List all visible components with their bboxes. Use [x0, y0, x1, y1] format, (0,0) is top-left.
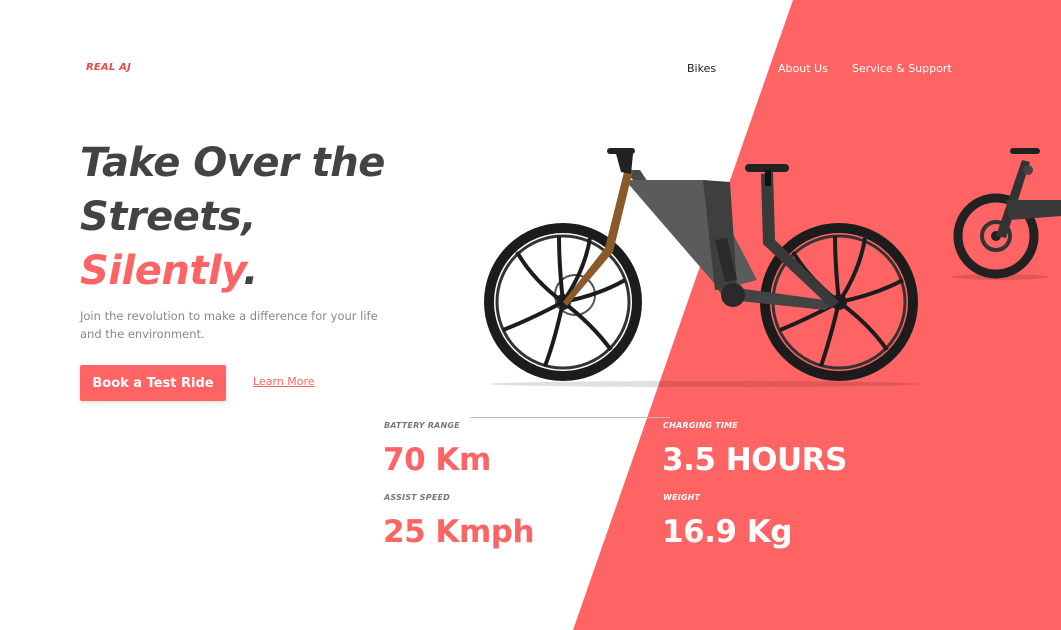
battery-range-label: BATTERY RANGE — [384, 421, 460, 430]
weight-label: WEIGHT — [663, 493, 701, 502]
battery-range-value: 70 Km — [383, 442, 491, 478]
hero-heading: Take Over the Streets, Silently. — [80, 136, 440, 298]
electric-city-bike-image — [952, 148, 1061, 280]
charging-time-value: 3.5 HOURS — [662, 442, 847, 478]
weight-value: 16.9 Kg — [662, 514, 793, 550]
assist-speed-value: 25 Kmph — [383, 514, 535, 550]
bike-frame — [563, 148, 839, 310]
book-test-ride-button[interactable]: Book a Test Ride — [80, 365, 226, 401]
nav-about-us[interactable]: About Us — [778, 62, 828, 75]
hero-heading-line1: Take Over the — [80, 140, 385, 186]
hero-heading-line3: Silently. — [80, 244, 440, 298]
electric-mountain-bike-image — [484, 148, 920, 387]
hero-accent-word: Silently — [80, 248, 244, 294]
brand-logo[interactable]: REAL AJ — [86, 62, 131, 73]
learn-more-link[interactable]: Learn More — [253, 375, 315, 388]
assist-speed-label: ASSIST SPEED — [384, 493, 451, 502]
nav-bikes[interactable]: Bikes — [687, 62, 716, 75]
hero-period: . — [243, 248, 258, 294]
stats-divider — [470, 417, 670, 418]
charging-time-label: CHARGING TIME — [663, 421, 738, 430]
hero-heading-line2: Streets, — [80, 194, 257, 240]
nav-service-support[interactable]: Service & Support — [852, 62, 952, 75]
hero-subtitle: Join the revolution to make a difference… — [80, 309, 378, 341]
